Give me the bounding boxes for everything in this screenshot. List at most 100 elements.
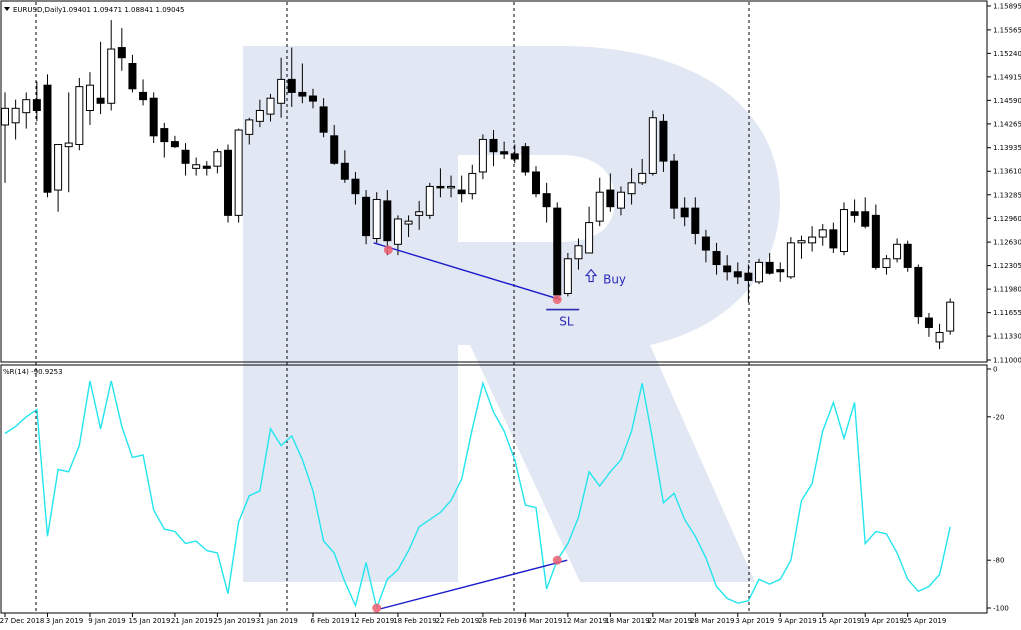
- candle: [149, 92, 158, 144]
- candle: [478, 134, 487, 180]
- candle: [96, 41, 105, 115]
- bullish-candle-body: [415, 211, 424, 216]
- bearish-candle-body: [96, 97, 105, 104]
- time-axis-label: 18 Mar 2019: [605, 617, 649, 625]
- time-axis-label: 3 Jan 2019: [46, 617, 84, 625]
- bearish-candle-body: [680, 207, 689, 218]
- bearish-candle-body: [319, 106, 328, 133]
- candle: [85, 72, 94, 125]
- bearish-candle-body: [32, 99, 41, 112]
- candle: [160, 122, 169, 158]
- price-divergence-marker: [552, 295, 562, 305]
- price-axis-label: 1.13285: [993, 191, 1021, 199]
- bearish-candle-body: [712, 251, 721, 266]
- bearish-candle-body: [202, 165, 211, 169]
- bullish-candle-body: [192, 164, 201, 169]
- candle: [128, 54, 137, 93]
- bearish-candle-body: [149, 97, 158, 137]
- bearish-candle-body: [532, 171, 540, 195]
- bearish-candle-body: [744, 272, 753, 281]
- bearish-candle-body: [43, 84, 52, 193]
- bearish-candle-body: [330, 135, 339, 164]
- candle: [808, 226, 817, 252]
- indicator-axis-label: 0: [993, 366, 997, 374]
- candle: [468, 164, 477, 200]
- candle: [202, 161, 211, 176]
- price-axis-label: 1.11980: [993, 286, 1021, 294]
- price-pane-ohlc: 1.09401 1.09471 1.08841 1.09045: [62, 6, 184, 14]
- bullish-candle-body: [277, 78, 286, 104]
- time-axis-label: 21 Jan 2019: [171, 617, 213, 625]
- bullish-candle-body: [85, 84, 94, 112]
- time-axis-label: 31 Jan 2019: [256, 617, 298, 625]
- bullish-candle-body: [574, 245, 583, 260]
- bullish-candle-body: [563, 258, 572, 294]
- bullish-candle-body: [935, 332, 944, 343]
- price-axis-label: 1.11330: [993, 333, 1021, 341]
- indicator-axis-label: -100: [993, 605, 1009, 613]
- candle: [553, 202, 562, 299]
- bearish-candle-body: [606, 189, 615, 208]
- time-axis-label: 27 Dec 2018: [0, 617, 44, 625]
- candle: [755, 258, 764, 285]
- bullish-candle-body: [447, 185, 456, 189]
- indicator-pane-title: %R(14) -90.9253: [3, 368, 63, 376]
- time-axis-label: 22 Feb 2019: [436, 617, 480, 625]
- candle: [946, 298, 955, 335]
- bullish-candle-body: [372, 198, 381, 240]
- bearish-candle-body: [733, 271, 742, 278]
- bearish-candle-body: [659, 120, 668, 162]
- price-axis: 1.15895 1.15565 1.15240 1.14915 1.14590 1.142…: [987, 3, 1021, 365]
- bullish-candle-body: [648, 117, 657, 174]
- candle: [882, 255, 891, 275]
- candle: [532, 166, 540, 198]
- price-axis-label: 1.11000: [993, 357, 1021, 365]
- bullish-candle-body: [839, 209, 848, 253]
- bullish-candle-body: [54, 143, 63, 191]
- bullish-candle-body: [946, 301, 955, 332]
- bearish-candle-body: [181, 149, 190, 164]
- indicator-divergence-marker: [372, 603, 382, 613]
- time-axis-label: 25 Apr 2019: [903, 617, 946, 625]
- candle: [861, 197, 870, 229]
- time-axis-label: 6 Mar 2019: [522, 617, 562, 625]
- symbol-dropdown-icon[interactable]: [4, 7, 10, 11]
- price-axis-label: 1.15565: [993, 26, 1021, 34]
- candle: [585, 206, 594, 254]
- candle: [54, 143, 63, 212]
- bearish-candle-body: [691, 207, 700, 234]
- trading-chart[interactable]: SL Buy EURUSD,Daily 1.09401 1.09471 1.088…: [0, 0, 1021, 630]
- candle: [139, 79, 148, 106]
- bullish-candle-body: [595, 191, 604, 222]
- bullish-candle-body: [755, 261, 764, 283]
- price-axis-label: 1.12305: [993, 262, 1021, 270]
- candle: [425, 182, 434, 219]
- candle: [818, 224, 827, 246]
- bullish-candle-body: [616, 191, 625, 209]
- time-axis-label: 9 Apr 2019: [778, 617, 817, 625]
- bullish-candle-body: [882, 258, 891, 268]
- bearish-candle-body: [117, 47, 126, 59]
- bullish-candle-body: [404, 220, 413, 225]
- bullish-candle-body: [818, 229, 827, 238]
- bearish-candle-body: [903, 243, 912, 268]
- bearish-candle-body: [489, 138, 498, 153]
- williams-r-series: [4, 380, 951, 611]
- bearish-candle-body: [765, 261, 774, 274]
- indicator-axis: 0 -20 -80 -100: [987, 366, 1009, 613]
- bearish-candle-body: [723, 265, 732, 273]
- candle: [213, 148, 222, 174]
- bullish-candle-body: [22, 99, 31, 114]
- time-axis-label: 12 Mar 2019: [563, 617, 607, 625]
- bearish-candle-body: [287, 78, 296, 93]
- bullish-candle-body: [234, 129, 243, 216]
- candle: [181, 143, 190, 176]
- indicator-axis-label: -20: [993, 413, 1004, 421]
- bullish-candle-body: [1, 107, 9, 126]
- price-axis-label: 1.12630: [993, 239, 1021, 247]
- time-axis-label: 15 Jan 2019: [128, 617, 170, 625]
- bullish-candle-body: [786, 242, 795, 278]
- bearish-candle-body: [776, 269, 785, 273]
- price-axis-label: 1.14265: [993, 120, 1021, 128]
- williams-r-line: [4, 380, 951, 611]
